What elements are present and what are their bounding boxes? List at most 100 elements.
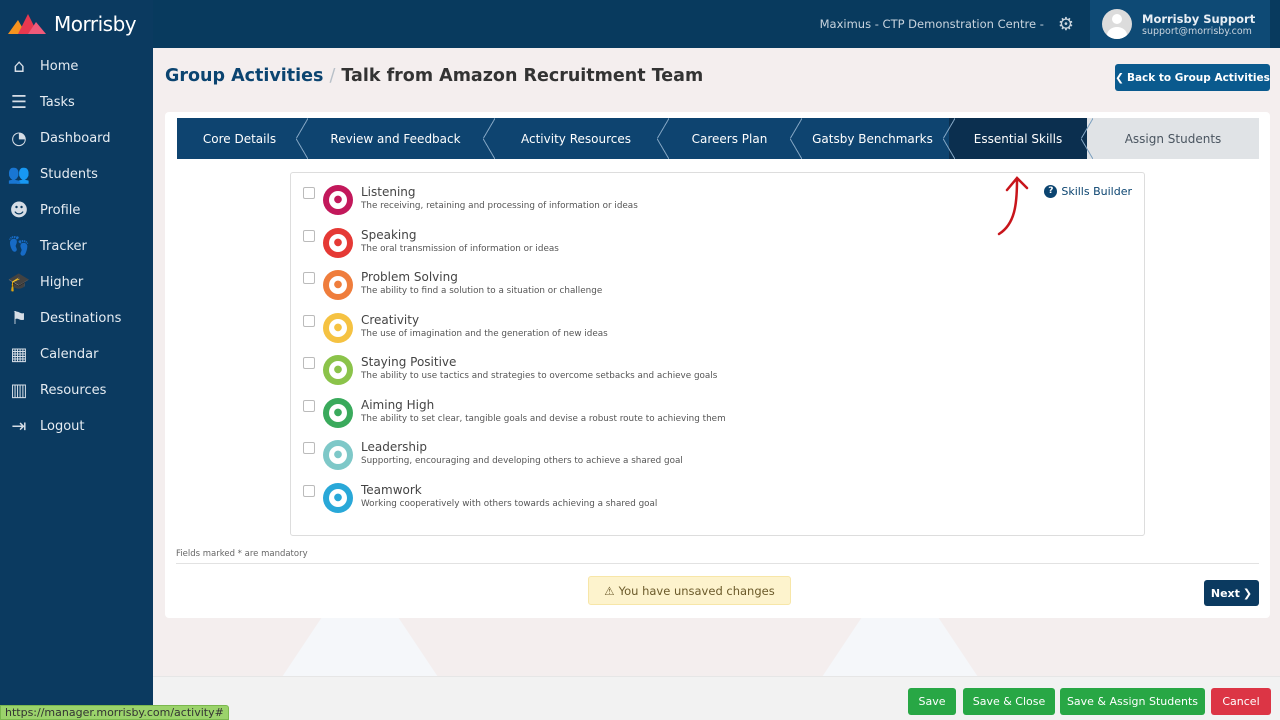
skill-badge-icon: ● bbox=[323, 185, 353, 215]
sidebar-item-tracker[interactable]: 👣 Tracker bbox=[0, 228, 153, 264]
skill-checkbox[interactable] bbox=[303, 272, 315, 284]
save-button[interactable]: Save bbox=[908, 688, 956, 715]
tab-review-and-feedback[interactable]: Review and Feedback bbox=[302, 118, 495, 159]
skill-description: Supporting, encouraging and developing o… bbox=[361, 456, 683, 466]
skill-description: The ability to use tactics and strategie… bbox=[361, 371, 718, 381]
skills-builder-link[interactable]: ? Skills Builder bbox=[1044, 185, 1132, 198]
graduation-icon: 🎓 bbox=[7, 271, 31, 293]
skills-builder-label: Skills Builder bbox=[1061, 185, 1132, 198]
sidebar-item-label: Profile bbox=[40, 202, 81, 218]
skill-badge-icon: ● bbox=[323, 397, 353, 428]
mandatory-note: Fields marked * are mandatory bbox=[176, 549, 308, 559]
tab-activity-resources[interactable]: Activity Resources bbox=[489, 118, 669, 159]
tab-assign-students[interactable]: Assign Students bbox=[1087, 118, 1259, 159]
skill-checkbox[interactable] bbox=[303, 357, 315, 369]
page-title: Group Activities / Talk from Amazon Recrui… bbox=[165, 66, 703, 86]
skill-badge-icon: ● bbox=[323, 482, 353, 513]
tab-essential-skills[interactable]: Essential Skills bbox=[949, 118, 1093, 159]
user-name: Morrisby Support bbox=[1142, 11, 1256, 26]
sidebar-item-label: Higher bbox=[40, 274, 84, 290]
footer-bar: Save Save & Close Save & Assign Students… bbox=[153, 676, 1280, 720]
centre-selector[interactable]: Maximus - CTP Demonstration Centre - bbox=[820, 17, 1044, 31]
breadcrumb-parent[interactable]: Group Activities bbox=[165, 66, 323, 86]
sidebar-item-destinations[interactable]: ⚑ Destinations bbox=[0, 300, 153, 336]
calendar-icon: ▦ bbox=[10, 343, 28, 365]
logout-icon: ⇥ bbox=[11, 415, 27, 437]
breadcrumb-current: Talk from Amazon Recruitment Team bbox=[341, 66, 704, 86]
back-label: Back to Group Activities bbox=[1126, 71, 1270, 84]
save-close-button[interactable]: Save & Close bbox=[963, 688, 1055, 715]
skill-item: ● Teamwork Working cooperatively with ot… bbox=[303, 482, 658, 513]
skill-description: The receiving, retaining and processing … bbox=[361, 201, 638, 211]
sidebar-item-label: Students bbox=[40, 166, 98, 182]
skill-checkbox[interactable] bbox=[303, 229, 315, 242]
morrisby-logo-icon bbox=[8, 14, 46, 34]
skill-description: Working cooperatively with others toward… bbox=[361, 498, 658, 509]
form-card: Core Details Review and Feedback Activity … bbox=[165, 112, 1270, 618]
skill-checkbox[interactable] bbox=[303, 399, 315, 412]
dashboard-icon: ◔ bbox=[11, 127, 27, 149]
skill-description: The ability to find a solution to a situ… bbox=[361, 286, 603, 296]
skill-name: Staying Positive bbox=[361, 355, 457, 369]
sidebar-item-profile[interactable]: ☻ Profile bbox=[0, 192, 153, 228]
skill-name: Teamwork bbox=[361, 482, 422, 497]
skill-badge-icon: ● bbox=[323, 440, 353, 470]
skill-item: ● Leadership Supporting, encouraging and… bbox=[303, 440, 683, 470]
sidebar-item-resources[interactable]: ▥ Resources bbox=[0, 372, 153, 408]
skill-checkbox[interactable] bbox=[303, 187, 315, 199]
skill-name: Speaking bbox=[361, 227, 417, 242]
cancel-button[interactable]: Cancel bbox=[1211, 688, 1271, 715]
skill-item: ● Listening The receiving, retaining and… bbox=[303, 185, 638, 215]
profile-icon: ☻ bbox=[9, 199, 29, 221]
brand-name: Morrisby bbox=[54, 12, 137, 36]
tab-core-details[interactable]: Core Details bbox=[177, 118, 308, 159]
skill-item: ● Creativity The use of imagination and … bbox=[303, 312, 608, 343]
sidebar-item-calendar[interactable]: ▦ Calendar bbox=[0, 336, 153, 372]
question-icon: ? bbox=[1044, 185, 1058, 198]
sidebar-item-higher[interactable]: 🎓 Higher bbox=[0, 264, 153, 300]
back-to-group-activities-button[interactable]: ❮ Back to Group Activities bbox=[1115, 64, 1270, 91]
tab-gatsby-benchmarks[interactable]: Gatsby Benchmarks bbox=[796, 118, 955, 159]
sidebar-item-label: Tracker bbox=[40, 238, 87, 254]
user-menu[interactable]: Morrisby Support support@morrisby.com bbox=[1090, 0, 1270, 48]
logo[interactable]: Morrisby bbox=[0, 0, 153, 48]
tab-careers-plan[interactable]: Careers Plan bbox=[663, 118, 802, 159]
skill-name: Leadership bbox=[361, 440, 427, 454]
sidebar-item-logout[interactable]: ⇥ Logout bbox=[0, 408, 153, 444]
skill-checkbox[interactable] bbox=[303, 442, 315, 454]
sidebar-item-label: Destinations bbox=[40, 310, 122, 326]
chevron-left-icon: ❮ bbox=[1115, 71, 1124, 84]
books-icon: ▥ bbox=[10, 379, 28, 401]
sidebar-item-students[interactable]: 👥 Students bbox=[0, 156, 153, 192]
sidebar-item-home[interactable]: ⌂ Home bbox=[0, 48, 153, 84]
skill-badge-icon: ● bbox=[323, 227, 353, 258]
tab-label: Activity Resources bbox=[521, 131, 631, 146]
save-assign-students-button[interactable]: Save & Assign Students bbox=[1060, 688, 1205, 715]
wizard-tabs: Core Details Review and Feedback Activity … bbox=[177, 118, 1259, 159]
skill-item: ● Staying Positive The ability to use ta… bbox=[303, 355, 717, 385]
status-bar-url: https://manager.morrisby.com/activity# bbox=[0, 705, 229, 720]
skill-description: The oral transmission of information or … bbox=[361, 243, 559, 254]
sidebar-item-label: Home bbox=[40, 58, 79, 74]
tab-label: Core Details bbox=[202, 131, 277, 146]
skill-badge-icon: ● bbox=[323, 312, 353, 343]
skill-item: ● Speaking The oral transmission of info… bbox=[303, 227, 559, 258]
sidebar-item-tasks[interactable]: ☰ Tasks bbox=[0, 84, 153, 120]
sidebar-item-label: Dashboard bbox=[40, 130, 111, 146]
gear-icon[interactable]: ⚙ bbox=[1058, 14, 1074, 35]
sidebar-item-label: Resources bbox=[40, 382, 107, 398]
divider bbox=[176, 563, 1259, 564]
tab-label: Gatsby Benchmarks bbox=[812, 131, 933, 146]
tab-label: Essential Skills bbox=[973, 131, 1063, 146]
chevron-right-icon: ❯ bbox=[1242, 586, 1253, 600]
next-button[interactable]: Next ❯ bbox=[1204, 580, 1259, 606]
skill-badge-icon: ● bbox=[323, 270, 353, 300]
skill-checkbox[interactable] bbox=[303, 314, 315, 327]
topbar: Maximus - CTP Demonstration Centre - ⚙ M… bbox=[153, 0, 1280, 48]
tab-label: Review and Feedback bbox=[330, 131, 461, 146]
skill-checkbox[interactable] bbox=[303, 484, 315, 497]
next-label: Next bbox=[1210, 586, 1240, 600]
sidebar-item-dashboard[interactable]: ◔ Dashboard bbox=[0, 120, 153, 156]
sidebar-item-label: Tasks bbox=[40, 94, 75, 110]
avatar bbox=[1102, 9, 1132, 39]
